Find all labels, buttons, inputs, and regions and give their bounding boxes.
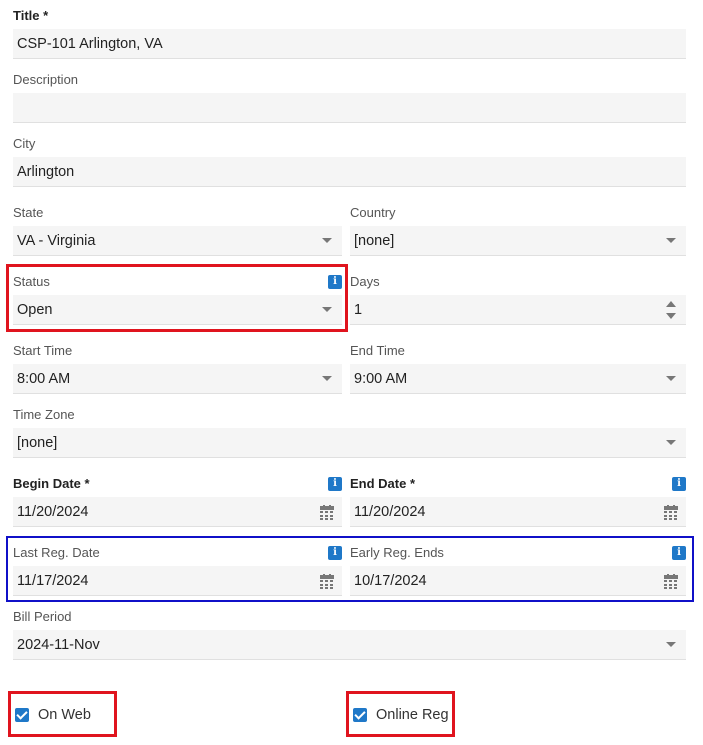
chevron-down-icon <box>666 238 676 243</box>
state-select-value: VA - Virginia <box>17 232 96 249</box>
country-field: Country [none] <box>350 205 686 257</box>
online-reg-checkbox-row[interactable]: Online Reg <box>353 707 449 723</box>
country-select-value: [none] <box>354 232 395 249</box>
start-time-value: 8:00 AM <box>17 370 71 387</box>
bill-period-value: 2024-11-Nov <box>17 636 100 653</box>
time-zone-value: [none] <box>17 434 58 451</box>
end-date-input[interactable]: 11/20/2024 <box>350 497 686 527</box>
online-reg-label: Online Reg <box>376 707 449 723</box>
info-icon[interactable]: i <box>672 477 686 491</box>
description-input[interactable] <box>13 93 686 123</box>
chevron-down-icon <box>666 642 676 647</box>
begin-date-input[interactable]: 11/20/2024 <box>13 497 342 527</box>
info-icon[interactable]: i <box>672 546 686 560</box>
end-time-select[interactable]: 9:00 AM <box>350 364 686 394</box>
start-time-select[interactable]: 8:00 AM <box>13 364 342 394</box>
status-select-value: Open <box>17 301 53 318</box>
info-icon[interactable]: i <box>328 546 342 560</box>
online-reg-checkbox[interactable] <box>353 708 367 722</box>
bill-period-field: Bill Period 2024-11-Nov <box>13 609 686 661</box>
calendar-icon[interactable] <box>320 505 334 520</box>
days-input[interactable]: 1 <box>350 295 686 325</box>
chevron-down-icon <box>666 376 676 381</box>
end-date-value: 11/20/2024 <box>354 503 426 520</box>
state-select[interactable]: VA - Virginia <box>13 226 342 256</box>
chevron-down-icon <box>322 238 332 243</box>
info-icon[interactable]: i <box>328 477 342 491</box>
early-reg-ends-label: Early Reg. Ends <box>350 545 444 560</box>
end-time-value: 9:00 AM <box>354 370 408 387</box>
begin-date-field: Begin Date * i 11/20/2024 <box>13 476 342 528</box>
chevron-down-icon <box>322 376 332 381</box>
end-time-field: End Time 9:00 AM <box>350 343 686 395</box>
calendar-icon[interactable] <box>320 574 334 589</box>
info-icon[interactable]: i <box>328 275 342 289</box>
time-zone-label: Time Zone <box>13 407 75 422</box>
description-field: Description <box>13 72 686 124</box>
last-reg-date-field: Last Reg. Date i 11/17/2024 <box>13 545 342 597</box>
early-reg-ends-input[interactable]: 10/17/2024 <box>350 566 686 596</box>
title-label: Title * <box>13 8 49 23</box>
country-label: Country <box>350 205 396 220</box>
early-reg-ends-value: 10/17/2024 <box>354 572 427 589</box>
on-web-checkbox-row[interactable]: On Web <box>15 707 91 723</box>
calendar-icon[interactable] <box>664 574 678 589</box>
time-zone-field: Time Zone [none] <box>13 407 686 459</box>
chevron-down-icon <box>666 440 676 445</box>
title-input[interactable]: CSP-101 Arlington, VA <box>13 29 686 59</box>
end-time-label: End Time <box>350 343 405 358</box>
end-date-label: End Date * <box>350 476 416 491</box>
last-reg-date-value: 11/17/2024 <box>17 572 89 589</box>
days-label: Days <box>350 274 380 289</box>
number-spinner-icon[interactable] <box>666 301 676 319</box>
last-reg-date-input[interactable]: 11/17/2024 <box>13 566 342 596</box>
status-label: Status <box>13 274 50 289</box>
city-field: City Arlington <box>13 136 686 188</box>
city-label: City <box>13 136 36 151</box>
on-web-checkbox[interactable] <box>15 708 29 722</box>
days-input-value: 1 <box>354 301 363 318</box>
title-field: Title * CSP-101 Arlington, VA <box>13 8 686 60</box>
begin-date-label: Begin Date * <box>13 476 90 491</box>
last-reg-date-label: Last Reg. Date <box>13 545 100 560</box>
time-zone-select[interactable]: [none] <box>13 428 686 458</box>
state-label: State <box>13 205 44 220</box>
country-select[interactable]: [none] <box>350 226 686 256</box>
description-label: Description <box>13 72 79 87</box>
begin-date-value: 11/20/2024 <box>17 503 89 520</box>
early-reg-ends-field: Early Reg. Ends i 10/17/2024 <box>350 545 686 597</box>
calendar-icon[interactable] <box>664 505 678 520</box>
status-field: Status i Open <box>13 274 342 326</box>
status-select[interactable]: Open <box>13 295 342 325</box>
start-time-field: Start Time 8:00 AM <box>13 343 342 395</box>
bill-period-select[interactable]: 2024-11-Nov <box>13 630 686 660</box>
city-input[interactable]: Arlington <box>13 157 686 187</box>
start-time-label: Start Time <box>13 343 73 358</box>
on-web-label: On Web <box>38 707 91 723</box>
end-date-field: End Date * i 11/20/2024 <box>350 476 686 528</box>
bill-period-label: Bill Period <box>13 609 72 624</box>
days-field: Days 1 <box>350 274 686 326</box>
state-field: State VA - Virginia <box>13 205 342 257</box>
chevron-down-icon <box>322 307 332 312</box>
